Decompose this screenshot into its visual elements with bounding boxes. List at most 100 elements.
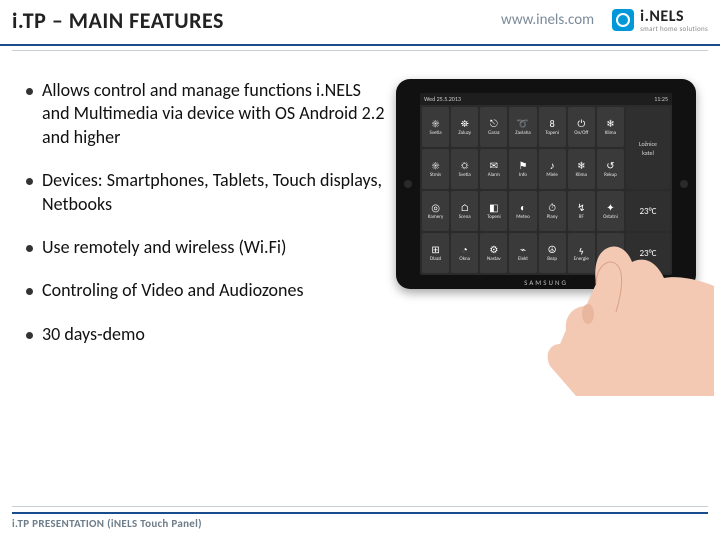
tile-icon: ✦	[606, 203, 614, 213]
page-title: i.TP – MAIN FEATURES	[12, 7, 501, 34]
tile-icon: ⚙	[489, 245, 498, 255]
side-label: Ložnice	[639, 140, 657, 148]
app-tile[interactable]: ☀ Stmiv	[422, 149, 449, 189]
app-tile[interactable]: ⎋ Garaz	[480, 107, 507, 147]
slide-body: Allows control and manage functions i.NE…	[0, 51, 720, 366]
tile-label: Rekup	[604, 173, 617, 178]
tile-icon: ϟ	[579, 245, 584, 255]
app-tile[interactable]: ⌁ Elekt	[509, 233, 536, 273]
tile-label: Bezp	[547, 257, 557, 262]
app-tile[interactable]: ⊞ Dlazd	[422, 233, 449, 273]
app-tile[interactable]: ⏱ Plany	[539, 191, 566, 231]
tile-label: RF	[579, 215, 584, 220]
tile-icon: ⌁	[520, 245, 526, 255]
tile-label: Okna	[459, 257, 470, 262]
tile-icon: ✉	[490, 161, 498, 171]
tablet-brand-label: SAMSUNG	[524, 278, 568, 287]
app-tile[interactable]: ♪Miele	[539, 149, 566, 189]
logo-text: i.NELS	[640, 9, 708, 25]
list-item: 30 days-demo	[24, 323, 388, 346]
tile-label: Scena	[459, 215, 471, 220]
app-tile[interactable]: ☮ Bezp	[539, 233, 566, 273]
tile-label: Svetla	[459, 173, 471, 178]
app-tile[interactable]: ❄Klima	[597, 107, 624, 147]
tile-label: Klima	[605, 131, 616, 136]
logo-icon	[612, 9, 634, 31]
tile-label: Zaluzy	[458, 131, 471, 136]
app-tile[interactable]: ϟEnergie	[568, 233, 595, 273]
app-tile[interactable]: ↯RF	[568, 191, 595, 231]
app-tile[interactable]: ✉ Alarm	[480, 149, 507, 189]
app-tile[interactable]: ☀ Svetla	[422, 107, 449, 147]
tile-icon: ◐	[520, 203, 526, 213]
tile-label: On/Off	[574, 131, 588, 136]
app-tile[interactable]: ⌂Scena	[451, 191, 478, 231]
tile-icon: ⚑	[519, 161, 528, 171]
statusbar-time: 11:25	[654, 95, 668, 103]
list-item: Allows control and manage functions i.NE…	[24, 79, 388, 149]
tile-label: Ostatni	[603, 215, 618, 220]
tile-icon: ☮	[548, 245, 557, 255]
tile-icon: ⛯	[461, 119, 469, 129]
tile-label: Nastav	[487, 257, 501, 262]
tile-icon: ☀	[432, 119, 439, 129]
tile-icon: ❄	[577, 161, 585, 171]
list-item: Controling of Video and Audiozones	[24, 279, 388, 302]
temp-value: 23°C	[639, 206, 656, 217]
app-tile[interactable]: ◔Okna	[451, 233, 478, 273]
tile-label: Klima	[576, 173, 587, 178]
tile-label: Elekt	[518, 257, 528, 262]
tile-icon: 8	[550, 119, 555, 129]
side-panel-room[interactable]: Ložnicekatel	[626, 107, 670, 189]
tile-label: Zavlaha	[515, 131, 530, 136]
app-tile[interactable]: ◎ Kamery	[422, 191, 449, 231]
site-url: www.inels.com	[501, 11, 594, 29]
tile-label: Alarm	[488, 173, 500, 178]
side-panel-temp[interactable]: 23°C	[626, 233, 670, 273]
tile-icon: ◧	[489, 203, 498, 213]
side-sublabel: katel	[642, 149, 654, 157]
app-tile[interactable]: 8Topeni	[539, 107, 566, 147]
app-tile[interactable]: ◧ Topeni	[480, 191, 507, 231]
tile-icon: ☼	[461, 161, 468, 171]
status-bar: Wed 25.5.2013 11:25	[420, 93, 672, 105]
app-tile[interactable]: ⋯More	[597, 233, 624, 273]
brand-logo: i.NELS smart home solutions	[612, 9, 708, 32]
temp-value: 23°C	[639, 248, 656, 259]
app-tile[interactable]: ☼ Svetla	[451, 149, 478, 189]
tile-label: Kamery	[428, 215, 443, 220]
tile-icon: ⏱	[548, 203, 556, 213]
tile-icon: ☀	[432, 161, 439, 171]
app-tile[interactable]: ❄ Klima	[568, 149, 595, 189]
tile-icon: ⋯	[605, 245, 615, 255]
tile-label: Topeni	[487, 215, 501, 220]
tile-label: Meteo	[516, 215, 529, 220]
app-tile[interactable]: ⚑ Info	[509, 149, 536, 189]
app-tile[interactable]: ➰Zavlaha	[509, 107, 536, 147]
tile-label: Plany	[547, 215, 558, 220]
app-tile[interactable]: ◐ Meteo	[509, 191, 536, 231]
list-item: Devices: Smartphones, Tablets, Touch dis…	[24, 169, 388, 216]
tile-label: Svetla	[430, 131, 442, 136]
footer-text: i.TP PRESENTATION (iNELS Touch Panel)	[12, 512, 708, 530]
tile-label: Info	[519, 173, 527, 178]
tile-label: Garaz	[488, 131, 500, 136]
app-tile[interactable]: ⏻On/Off	[568, 107, 595, 147]
feature-list: Allows control and manage functions i.NE…	[24, 79, 388, 366]
tile-icon: ⎋	[490, 119, 498, 129]
tile-icon: ⊞	[431, 245, 439, 255]
tile-label: Stmiv	[430, 173, 441, 178]
side-panel-temp[interactable]: 23°C	[626, 191, 670, 231]
tile-label: Miele	[546, 173, 558, 178]
slide-header: i.TP – MAIN FEATURES www.inels.com i.NEL…	[0, 0, 720, 46]
statusbar-date: Wed 25.5.2013	[424, 95, 461, 103]
tile-icon: ◎	[431, 203, 440, 213]
tile-label: Dlazd	[430, 257, 441, 262]
app-tile[interactable]: ✦ Ostatni	[597, 191, 624, 231]
list-item: Use remotely and wireless (Wi.Fi)	[24, 236, 388, 259]
app-tile[interactable]: ⚙ Nastav	[480, 233, 507, 273]
app-tile[interactable]: ↺Rekup	[597, 149, 624, 189]
logo-tagline: smart home solutions	[640, 25, 708, 32]
app-tile[interactable]: ⛯ Zaluzy	[451, 107, 478, 147]
tablet-illustration: Wed 25.5.2013 11:25 ☀ Svetla ⛯ Zaluzy ⎋ Garaz…	[396, 79, 706, 366]
